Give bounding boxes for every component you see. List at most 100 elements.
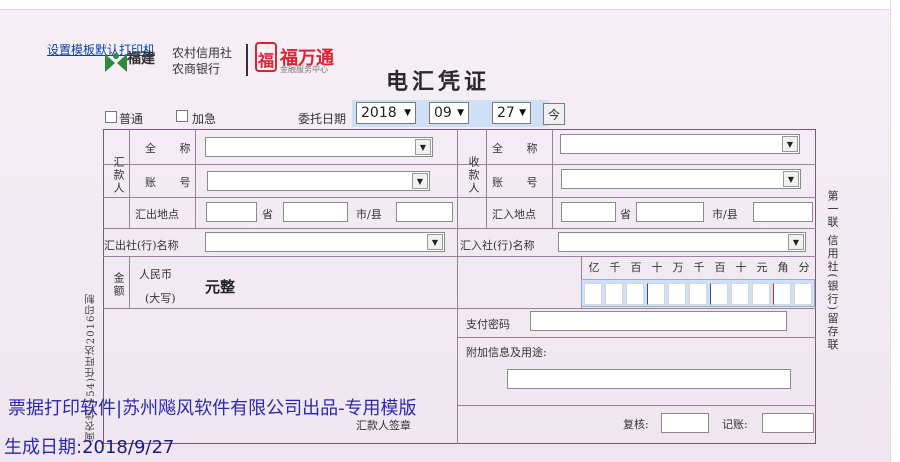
remitter-province-input[interactable]: [206, 202, 257, 222]
digit-header: 百: [630, 261, 642, 274]
remitter-agency-combo[interactable]: ▼: [205, 232, 445, 252]
payee-account-combo[interactable]: ▼: [561, 169, 801, 189]
digit-cell[interactable]: [731, 283, 749, 305]
grid-line: [103, 228, 816, 229]
payment-password-label: 支付密码: [466, 318, 510, 331]
today-button[interactable]: 今: [543, 103, 565, 125]
extra-info-label: 附加信息及用途:: [466, 346, 547, 359]
generation-date-value: 2018/9/27: [82, 437, 175, 458]
payee-city2-input[interactable]: [753, 202, 813, 222]
date-label: 委托日期: [298, 112, 347, 126]
digit-header: 百: [714, 261, 726, 274]
digit-header: 十: [735, 261, 747, 274]
grid-line: [103, 308, 816, 309]
payee-location-label: 汇入地点: [492, 208, 536, 221]
logo-divider: [246, 44, 248, 76]
bank-region: 福建: [127, 51, 155, 67]
grid-line: [129, 129, 130, 228]
urgent-checkbox[interactable]: [176, 110, 188, 122]
grid-line: [552, 129, 553, 228]
remitter-account-combo[interactable]: ▼: [207, 171, 430, 191]
grid-line: [129, 256, 130, 308]
digit-cell[interactable]: [626, 283, 644, 305]
payee-province-unit: 省: [620, 208, 631, 221]
chevron-down-icon: ▼: [404, 108, 411, 118]
urgent-label: 加急: [192, 112, 217, 126]
amount-in-words[interactable]: 元整: [205, 276, 235, 297]
generation-date-label: 生成日期:: [4, 437, 83, 458]
currency-label: 人民币: [139, 268, 172, 281]
digit-header: 分: [798, 261, 810, 274]
chevron-down-icon: ▼: [457, 108, 464, 118]
amount-label: 金额: [112, 272, 125, 298]
digit-header: 万: [672, 261, 684, 274]
software-credit: 票据打印软件|苏州飚风软件有限公司出品-专用模版: [8, 398, 417, 419]
top-strip: [0, 0, 900, 10]
remitter-fullname-combo[interactable]: ▼: [205, 137, 433, 157]
digit-cell[interactable]: [773, 283, 791, 305]
remitter-fullname-label: 全 称: [145, 142, 201, 155]
chevron-down-icon: ▼: [519, 108, 526, 118]
payee-city-unit: 市/县: [712, 208, 738, 221]
remitter-agency-label: 汇出社(行)名称: [104, 239, 179, 252]
normal-checkbox[interactable]: [105, 111, 117, 123]
amount-digits-input[interactable]: [581, 279, 815, 307]
extra-info-input[interactable]: [507, 369, 791, 389]
payee-group-label: 收款人: [467, 156, 480, 195]
digit-cell[interactable]: [605, 283, 623, 305]
grid-line: [486, 129, 487, 228]
digit-header: 千: [609, 261, 621, 274]
bank-name-line1: 农村信用社: [172, 46, 233, 60]
reviewer-label: 复核:: [623, 418, 649, 431]
payee-province-input[interactable]: [561, 202, 616, 222]
reviewer-input[interactable]: [661, 413, 709, 433]
digit-header: 角: [777, 261, 789, 274]
payee-fullname-label: 全 称: [492, 142, 548, 155]
payee-city-input[interactable]: [636, 202, 704, 222]
grid-line: [457, 405, 816, 406]
uppercase-note: (大写): [145, 292, 176, 305]
digit-header: 元: [756, 261, 768, 274]
month-select[interactable]: 09 ▼: [429, 102, 469, 124]
chevron-down-icon: ▼: [783, 171, 799, 187]
bookkeeper-input[interactable]: [762, 413, 814, 433]
grid-line: [103, 197, 816, 198]
remitter-account-label: 账 号: [145, 176, 201, 189]
remitter-city-unit: 市/县: [356, 208, 382, 221]
remitter-location-label: 汇出地点: [135, 208, 179, 221]
year-select[interactable]: 2018 ▼: [356, 102, 416, 124]
digit-cell[interactable]: [647, 283, 665, 305]
voucher-title: 电汇凭证: [386, 69, 491, 95]
bookkeeper-label: 记账:: [722, 418, 748, 431]
digit-cell[interactable]: [668, 283, 686, 305]
day-select[interactable]: 27 ▼: [492, 102, 531, 124]
digit-cell[interactable]: [689, 283, 707, 305]
digit-cell[interactable]: [794, 283, 812, 305]
bank-name-line2: 农商银行: [172, 62, 221, 76]
chevron-down-icon: ▼: [788, 234, 804, 250]
remitter-group-label: 汇款人: [112, 156, 125, 195]
date-picker: 2018 ▼ 09 ▼ 27 ▼: [352, 100, 549, 127]
payee-account-label: 账 号: [492, 176, 548, 189]
digit-header: 亿: [588, 261, 600, 274]
right-margin: [890, 0, 900, 462]
grid-line: [103, 164, 816, 165]
chevron-down-icon: ▼: [412, 173, 428, 189]
remitter-city2-input[interactable]: [396, 202, 453, 222]
grid-line: [457, 337, 816, 338]
chevron-down-icon: ▼: [415, 139, 431, 155]
payee-fullname-combo[interactable]: ▼: [560, 134, 800, 154]
digit-cell[interactable]: [752, 283, 770, 305]
digit-header: 千: [693, 261, 705, 274]
remitter-city-input[interactable]: [283, 202, 348, 222]
bank-logo-icon: [105, 53, 127, 72]
digit-cell[interactable]: [584, 283, 602, 305]
payment-password-input[interactable]: [530, 311, 787, 331]
digit-cell[interactable]: [710, 283, 728, 305]
digit-header: 十: [651, 261, 663, 274]
remitter-province-unit: 省: [262, 208, 273, 221]
grid-line: [103, 256, 816, 257]
copy-designation: 第一联 信用社(银行)留存联: [826, 190, 839, 352]
normal-label: 普通: [119, 112, 144, 126]
payee-agency-combo[interactable]: ▼: [558, 232, 806, 252]
